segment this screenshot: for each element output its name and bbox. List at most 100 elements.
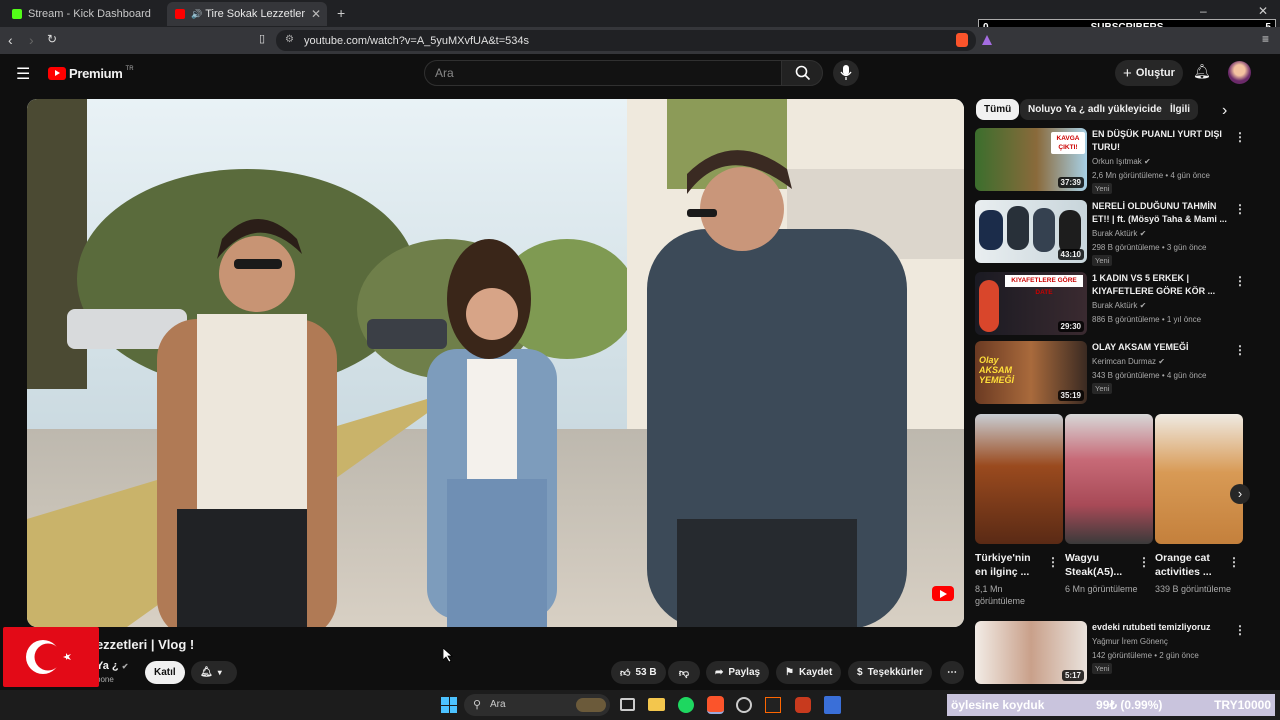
recommendation-item[interactable]: Olay AKSAM YEMEĞİ 35:19 OLAY AKSAM YEMEĞ… [975, 341, 1246, 405]
short-title[interactable]: Türkiye'nin en ilginç ... [975, 551, 1045, 579]
share-button[interactable]: ➦ Paylaş [706, 661, 770, 684]
more-options-icon[interactable]: ⋮ [1234, 202, 1246, 216]
video-title[interactable]: OLAY AKSAM YEMEĞİ [1092, 341, 1227, 354]
channel-name[interactable]: Orkun Işıtmak ✔ [1092, 157, 1232, 166]
chip-all[interactable]: Tümü [976, 99, 1020, 120]
share-label: Paylaş [728, 667, 761, 678]
short-thumbnail[interactable] [1065, 414, 1153, 544]
taskbar-search-input[interactable]: ⚲ Ara [464, 694, 610, 716]
create-button[interactable]: + Oluştur [1115, 60, 1183, 86]
reload-icon[interactable]: ↻ [47, 32, 57, 46]
video-meta: 2,6 Mn görüntüleme • 4 gün önce [1092, 171, 1210, 180]
back-icon[interactable]: ‹ [8, 32, 13, 48]
brave-beta-icon[interactable] [795, 697, 811, 713]
more-options-icon[interactable]: ⋮ [1234, 130, 1246, 144]
new-tab-button[interactable]: + [337, 5, 345, 21]
video-meta: 298 B görüntüleme • 3 gün önce [1092, 243, 1207, 252]
share-icon: ➦ [715, 667, 724, 678]
notification-toggle-button[interactable]: 🔔︎ ▾ [191, 661, 237, 684]
chips-next-icon[interactable]: › [1222, 102, 1227, 120]
short-thumbnail[interactable] [975, 414, 1063, 544]
menu-icon[interactable]: ≡ [1262, 32, 1269, 46]
duration-badge: 29:30 [1057, 321, 1084, 332]
duration-badge: 5:17 [1061, 670, 1084, 681]
channel-name[interactable]: Yağmur İrem Gönenç [1092, 637, 1232, 646]
short-title[interactable]: Orange cat activities ... [1155, 551, 1225, 579]
short-thumbnail[interactable] [1155, 414, 1243, 544]
video-thumbnail[interactable]: KIYAFETLERE GÖRE DATE 29:30 [975, 272, 1087, 335]
video-thumbnail[interactable]: 43:10 [975, 200, 1087, 263]
channel-name-text: Kerimcan Durmaz [1092, 357, 1157, 366]
video-title[interactable]: NERELİ OLDUĞUNU TAHMİN ET!! | ft. (Mösyö… [1092, 200, 1227, 225]
bookmark-icon[interactable]: ▯ [259, 32, 265, 45]
channel-name[interactable]: Ya ¿ ✔ [96, 660, 128, 672]
video-title: Lezzetleri | Vlog ! [88, 637, 195, 652]
ticker-total: TRY10000 [1214, 698, 1271, 712]
avatar[interactable] [1228, 61, 1251, 84]
video-title[interactable]: EN DÜŞÜK PUANLI YURT DIŞI TURU! [1092, 128, 1227, 153]
video-title[interactable]: 1 KADIN VS 5 ERKEK | KIYAFETLERE GÖRE KÖ… [1092, 272, 1227, 297]
file-explorer-icon[interactable] [648, 698, 665, 711]
new-badge: Yeni [1092, 383, 1113, 394]
recommendation-item[interactable]: 5:17 evdeki rutubeti temizliyoruz Yağmur… [975, 621, 1246, 685]
recommendation-item[interactable]: KAVGA ÇIKTI! 37:39 EN DÜŞÜK PUANLI YURT … [975, 128, 1246, 194]
more-options-icon[interactable]: ⋮ [1234, 343, 1246, 357]
site-info-icon[interactable]: ⚙ [285, 34, 294, 45]
ticker-text: öylesine koyduk [951, 698, 1045, 712]
channel-name[interactable]: Burak Aktürk ✔ [1092, 229, 1232, 238]
task-view-icon[interactable] [620, 698, 635, 711]
more-options-icon[interactable]: ⋮ [1228, 555, 1240, 569]
dislike-button[interactable]: 👎︎ [668, 661, 700, 684]
short-views: 6 Mn görüntüleme [1065, 584, 1138, 594]
app-icon[interactable] [824, 696, 841, 714]
hamburger-menu-icon[interactable]: ☰ [16, 64, 30, 84]
minimize-button[interactable]: – [1200, 4, 1207, 18]
chip-from-uploader[interactable]: Noluyo Ya ¿ adlı yükleyiciden [1020, 99, 1176, 120]
more-options-icon[interactable]: ⋮ [1234, 274, 1246, 288]
url-field[interactable]: ⚙ youtube.com/watch?v=A_5yuMXvfUA&t=534s [276, 30, 976, 51]
short-title[interactable]: Wagyu Steak(A5)... [1065, 551, 1135, 579]
tab-youtube-video[interactable]: 🔊 Tire Sokak Lezzetleri | Vlog ! ✕ [167, 2, 327, 26]
channel-name[interactable]: Kerimcan Durmaz ✔ [1092, 357, 1232, 366]
search-button[interactable] [781, 60, 823, 86]
channel-name-text: Burak Aktürk [1092, 301, 1138, 310]
notifications-bell-icon[interactable]: 🔔︎ [1193, 63, 1211, 80]
address-bar-row: ‹ › ↻ ▯ ⚙ youtube.com/watch?v=A_5yuMXvfU… [0, 27, 1280, 54]
voice-search-button[interactable] [833, 60, 859, 86]
like-button[interactable]: 👍︎ 53 B [611, 661, 666, 684]
recommendation-item[interactable]: KIYAFETLERE GÖRE DATE 29:30 1 KADIN VS 5… [975, 272, 1246, 336]
youtube-logo[interactable]: Premium TR [48, 66, 134, 81]
scrollbar[interactable] [1273, 56, 1280, 688]
brave-shield-icon[interactable] [956, 33, 968, 47]
more-options-icon[interactable]: ⋮ [1234, 623, 1246, 637]
windows-start-icon[interactable] [441, 697, 457, 713]
brave-browser-icon[interactable] [707, 696, 724, 714]
more-options-icon[interactable]: ⋮ [1047, 555, 1059, 569]
video-title[interactable]: evdeki rutubeti temizliyoruz [1092, 621, 1227, 634]
video-thumbnail[interactable]: KAVGA ÇIKTI! 37:39 [975, 128, 1087, 191]
rewards-icon[interactable] [982, 35, 992, 45]
save-button[interactable]: ⚑ Kaydet [776, 661, 842, 684]
shorts-next-icon[interactable]: › [1230, 484, 1250, 504]
chip-related[interactable]: İlgili [1162, 99, 1198, 120]
video-player[interactable] [27, 99, 964, 627]
verified-icon: ✔ [121, 662, 129, 671]
channel-name[interactable]: Burak Aktürk ✔ [1092, 301, 1232, 310]
app-icon[interactable] [765, 697, 781, 713]
join-button[interactable]: Katıl [145, 661, 185, 684]
close-tab-icon[interactable]: ✕ [311, 7, 321, 21]
obs-icon[interactable] [736, 697, 752, 713]
verified-icon: ✔ [1144, 157, 1151, 166]
more-actions-button[interactable]: ⋯ [940, 661, 964, 684]
close-window-button[interactable]: ✕ [1258, 4, 1268, 18]
search-input[interactable]: Ara [424, 60, 782, 86]
more-options-icon[interactable]: ⋮ [1138, 555, 1150, 569]
thumbs-up-icon: 👍︎ [620, 667, 631, 679]
thanks-button[interactable]: $ Teşekkürler [848, 661, 932, 684]
recommendation-item[interactable]: 43:10 NERELİ OLDUĞUNU TAHMİN ET!! | ft. … [975, 200, 1246, 266]
spotify-icon[interactable] [678, 697, 694, 713]
forward-icon[interactable]: › [29, 32, 34, 48]
video-thumbnail[interactable]: 5:17 [975, 621, 1087, 684]
video-thumbnail[interactable]: Olay AKSAM YEMEĞİ 35:19 [975, 341, 1087, 404]
tab-kick-dashboard[interactable]: Stream - Kick Dashboard [4, 2, 164, 26]
